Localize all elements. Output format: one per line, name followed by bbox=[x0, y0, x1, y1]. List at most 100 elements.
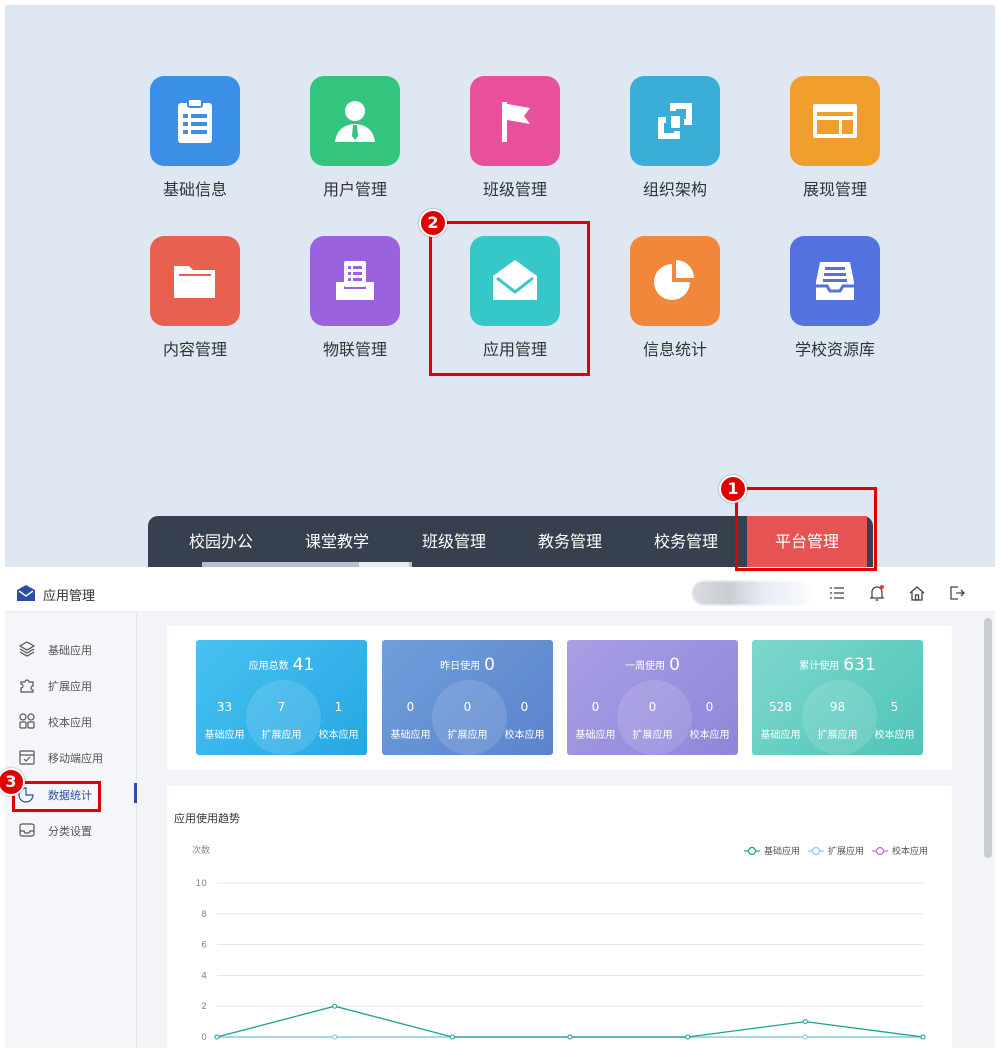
tile-label: 应用管理 bbox=[482, 340, 547, 359]
stat-card-title: 累计使用 bbox=[799, 661, 840, 672]
sidebar-item-category-settings[interactable]: 分类设置 bbox=[5, 818, 137, 842]
legend-label: 扩展应用 bbox=[828, 845, 864, 857]
stat-sub-label: 基础应用 bbox=[575, 730, 616, 741]
tile-label: 信息统计 bbox=[642, 340, 707, 359]
stat-num: 0 bbox=[463, 700, 472, 714]
app-title: 应用管理 bbox=[43, 589, 96, 604]
tile-label: 内容管理 bbox=[162, 340, 227, 359]
stat-sub-label: 扩展应用 bbox=[261, 730, 302, 741]
app-sidebar: 基础应用 扩展应用 校本应用 移动端应用 数据统计 分类设置 bbox=[5, 613, 137, 1048]
stat-num: 0 bbox=[406, 700, 415, 714]
stat-card-cumulative-usage: 累计使用 631 528 98 5 基础应用 扩展应用 校本应用 bbox=[752, 640, 923, 755]
stat-num: 528 bbox=[769, 700, 792, 714]
stat-card-week-usage: 一周使用 0 0 0 0 基础应用 扩展应用 校本应用 bbox=[567, 640, 738, 755]
app-window: 应用管理 基础应用 扩展应用 校本应用 移动端应用 数据统计 分类设置 应用总数… bbox=[5, 572, 995, 1048]
sidebar-item-data-statistics[interactable]: 数据统计 bbox=[5, 782, 137, 806]
stat-sub-label: 校本应用 bbox=[874, 730, 915, 741]
stat-card-title: 应用总数 bbox=[248, 661, 289, 672]
stat-num: 5 bbox=[890, 700, 899, 714]
tile-basic-info[interactable]: 基础信息 bbox=[125, 76, 265, 216]
stats-panel: 应用总数 41 33 7 1 基础应用 扩展应用 校本应用 昨日使用 0 0 0 0… bbox=[167, 626, 952, 770]
nav-academic-affairs[interactable]: 教务管理 bbox=[515, 516, 625, 567]
logout-icon[interactable] bbox=[948, 584, 966, 602]
layout-icon bbox=[790, 76, 880, 166]
page-scrollbar[interactable] bbox=[984, 618, 992, 858]
tile-school-resources[interactable]: 学校资源库 bbox=[765, 236, 905, 376]
stat-card-title: 一周使用 bbox=[625, 661, 666, 672]
legend-marker bbox=[747, 846, 757, 856]
puzzle-icon bbox=[20, 679, 34, 693]
stat-num: 0 bbox=[591, 700, 600, 714]
stat-card-yesterday-usage: 昨日使用 0 0 0 0 基础应用 扩展应用 校本应用 bbox=[382, 640, 553, 755]
y-tick-label: 8 bbox=[201, 910, 207, 920]
stat-card-value: 0 bbox=[484, 654, 495, 675]
tile-label: 物联管理 bbox=[322, 340, 387, 359]
data-point bbox=[802, 1034, 808, 1040]
nav-platform-management[interactable]: 平台管理 bbox=[747, 516, 867, 567]
y-tick-label: 10 bbox=[196, 879, 208, 889]
nav-school-affairs[interactable]: 校务管理 bbox=[631, 516, 741, 567]
nav-campus-office[interactable]: 校园办公 bbox=[166, 516, 276, 567]
sidebar-item-mobile-apps[interactable]: 移动端应用 bbox=[5, 745, 137, 769]
stat-sub-label: 基础应用 bbox=[760, 730, 801, 741]
archive-tray-icon bbox=[790, 236, 880, 326]
stat-num: 0 bbox=[648, 700, 657, 714]
stat-card-total-apps: 应用总数 41 33 7 1 基础应用 扩展应用 校本应用 bbox=[196, 640, 367, 755]
sidebar-item-school-apps[interactable]: 校本应用 bbox=[5, 709, 137, 733]
stat-num: 0 bbox=[705, 700, 714, 714]
usage-trend-panel: 应用使用趋势 次数 10 8 6 4 2 0 基础应用 扩展应用 校本应用 bbox=[167, 786, 952, 1048]
list-icon[interactable] bbox=[828, 584, 846, 602]
stat-sub-label: 扩展应用 bbox=[632, 730, 673, 741]
calendar-check-icon bbox=[19, 750, 35, 765]
stat-sub-label: 扩展应用 bbox=[817, 730, 858, 741]
stat-sub-label: 校本应用 bbox=[689, 730, 730, 741]
stat-card-title: 昨日使用 bbox=[440, 661, 481, 672]
home-icon[interactable] bbox=[908, 584, 926, 602]
layers-icon bbox=[18, 641, 36, 657]
sidebar-item-label: 数据统计 bbox=[48, 789, 92, 802]
stat-num: 1 bbox=[334, 700, 343, 714]
stat-num: 33 bbox=[216, 700, 233, 714]
tile-app-management[interactable]: 应用管理 bbox=[445, 236, 585, 376]
series-line bbox=[216, 1005, 924, 1038]
data-point bbox=[802, 1019, 808, 1025]
data-point bbox=[920, 1034, 926, 1040]
tile-class-management[interactable]: 班级管理 bbox=[445, 76, 585, 216]
stat-card-value: 631 bbox=[843, 654, 876, 675]
envelope-open-icon bbox=[470, 236, 560, 326]
tile-display-management[interactable]: 展现管理 bbox=[765, 76, 905, 216]
stat-sub-label: 基础应用 bbox=[204, 730, 245, 741]
nav-class-management[interactable]: 班级管理 bbox=[399, 516, 509, 567]
data-point bbox=[685, 1034, 691, 1040]
bell-icon[interactable] bbox=[868, 584, 886, 602]
y-axis-label: 次数 bbox=[192, 844, 210, 856]
tile-org-structure[interactable]: 组织架构 bbox=[605, 76, 745, 216]
tile-iot-management[interactable]: 物联管理 bbox=[285, 236, 425, 376]
tile-user-management[interactable]: 用户管理 bbox=[285, 76, 425, 216]
nav-classroom-teaching[interactable]: 课堂教学 bbox=[282, 516, 392, 567]
stat-sub-label: 校本应用 bbox=[504, 730, 545, 741]
inbox-document-icon bbox=[310, 236, 400, 326]
app-topbar: 应用管理 bbox=[5, 572, 995, 612]
org-structure-icon bbox=[630, 76, 720, 166]
sidebar-item-basic-apps[interactable]: 基础应用 bbox=[5, 637, 137, 661]
sidebar-item-extended-apps[interactable]: 扩展应用 bbox=[5, 673, 137, 697]
sidebar-item-label: 基础应用 bbox=[48, 644, 92, 657]
tile-info-statistics[interactable]: 信息统计 bbox=[605, 236, 745, 376]
legend-marker bbox=[875, 846, 885, 856]
sidebar-active-indicator bbox=[134, 783, 137, 803]
user-tie-icon bbox=[310, 76, 400, 166]
inbox-icon bbox=[19, 823, 35, 837]
card-decoration bbox=[802, 680, 877, 755]
stat-card-value: 41 bbox=[292, 654, 315, 675]
data-point bbox=[332, 1003, 338, 1009]
data-point bbox=[567, 1034, 573, 1040]
card-decoration bbox=[246, 680, 321, 755]
legend-marker bbox=[811, 846, 821, 856]
step-badge-2: 2 bbox=[419, 209, 447, 237]
stat-num: 7 bbox=[277, 700, 286, 714]
tile-content-management[interactable]: 内容管理 bbox=[125, 236, 265, 376]
sidebar-item-label: 分类设置 bbox=[48, 825, 92, 838]
user-info-blurred[interactable] bbox=[692, 581, 812, 605]
app-logo-icon bbox=[17, 585, 35, 601]
